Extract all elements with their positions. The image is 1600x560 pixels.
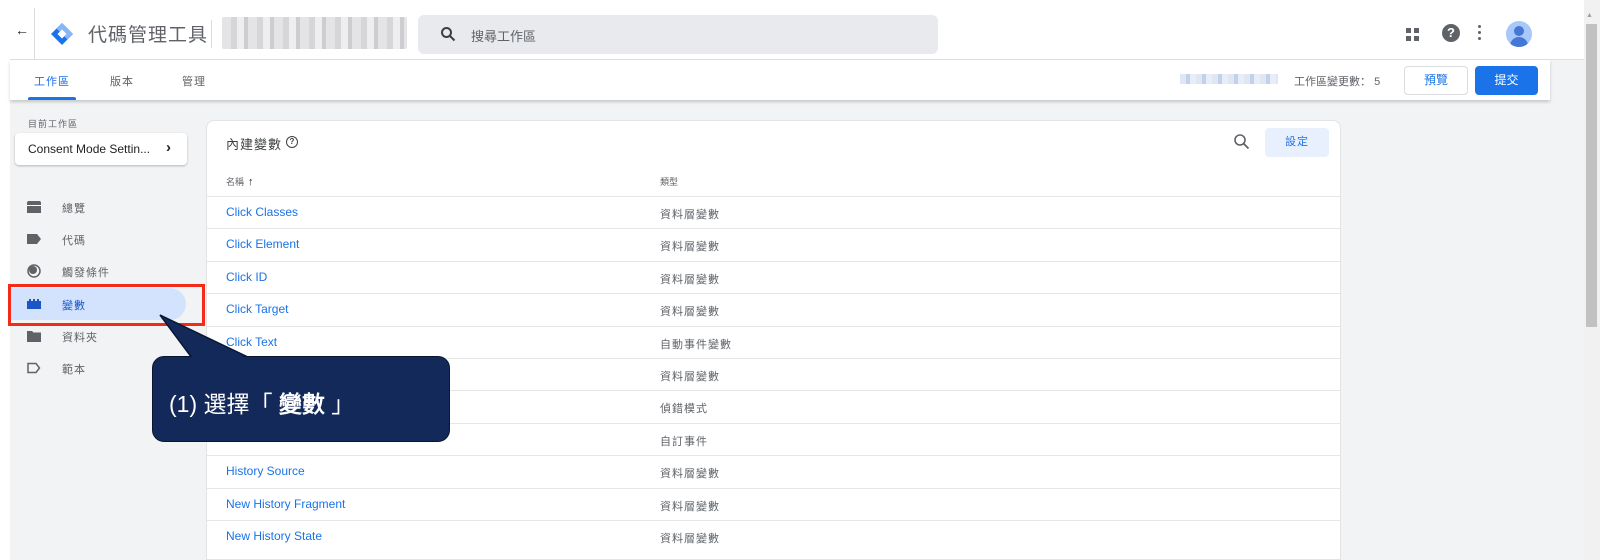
submit-button[interactable]: 提交: [1475, 66, 1538, 95]
variable-type: 資料層變數: [660, 241, 720, 254]
tag-manager-logo-icon: [51, 23, 73, 45]
chevron-right-icon: ›: [166, 139, 171, 156]
variable-type: 資料層變數: [660, 371, 720, 383]
search-icon: [441, 27, 456, 42]
overview-icon: [27, 201, 41, 213]
workspace-changes: 工作區變更數： 5: [1294, 73, 1380, 89]
preview-button[interactable]: 預覽: [1404, 66, 1468, 95]
sidebar-item-label: 代碼: [62, 235, 86, 247]
variable-name-link[interactable]: New History State: [226, 529, 322, 543]
workspace-name-blurred: [1180, 74, 1278, 84]
variable-name-link[interactable]: History Source: [226, 464, 305, 478]
sidebar-item-label: 範本: [62, 364, 86, 376]
account-container-selector[interactable]: [222, 17, 407, 49]
tab-versions[interactable]: 版本: [110, 73, 134, 89]
search-icon[interactable]: [1233, 133, 1251, 151]
template-icon: [27, 362, 41, 374]
variable-name-link[interactable]: Click ID: [226, 270, 267, 284]
callout-prefix: (1) 選擇「: [169, 391, 279, 417]
sidebar-item-label: 變數: [62, 300, 86, 312]
back-arrow-icon[interactable]: ←: [14, 22, 30, 38]
variable-type: 資料層變數: [660, 306, 720, 319]
variable-name-link[interactable]: Click Element: [226, 237, 299, 251]
variable-name-link[interactable]: Click Classes: [226, 205, 298, 219]
sidebar-item-overview[interactable]: 總覽: [10, 191, 186, 223]
sidebar-item-tags[interactable]: 代碼: [10, 223, 186, 255]
column-header-type[interactable]: 類型: [660, 175, 678, 188]
avatar[interactable]: [1506, 21, 1532, 47]
search-placeholder: 搜尋工作區: [471, 29, 537, 44]
workspace-changes-label: 工作區變更數：: [1294, 76, 1371, 88]
table-row[interactable]: Click Text 自動事件變數: [207, 325, 1340, 358]
callout-suffix: 」: [324, 391, 355, 417]
tab-workspace[interactable]: 工作區: [34, 73, 70, 89]
help-circle-icon[interactable]: ?: [286, 136, 298, 148]
variable-type: 資料層變數: [660, 468, 720, 481]
scroll-up-arrow-icon[interactable]: ▲: [1586, 12, 1593, 19]
variable-name-link[interactable]: New History Fragment: [226, 497, 345, 511]
left-edge: [0, 0, 10, 560]
more-vert-icon[interactable]: [1478, 25, 1482, 41]
table-row[interactable]: Click ID 資料層變數: [207, 260, 1340, 293]
apps-grid-icon[interactable]: [1406, 28, 1420, 42]
table-row[interactable]: Click Element 資料層變數: [207, 228, 1340, 260]
variable-type: 資料層變數: [660, 209, 720, 221]
card-title: 內建變數: [226, 137, 283, 152]
current-workspace-label: 目前工作區: [28, 119, 79, 129]
column-header-label: 名稱: [226, 177, 245, 187]
variable-type: 自動事件變數: [660, 338, 732, 351]
current-workspace-name: Consent Mode Settin...: [28, 142, 151, 156]
column-header-name[interactable]: 名稱 ↑: [226, 175, 254, 188]
workspace-subnav: 工作區 版本 管理 工作區變更數： 5 預覽 提交: [10, 60, 1550, 100]
variable-icon: [27, 299, 41, 309]
callout-text: (1) 選擇「 變數 」: [169, 385, 354, 419]
sidebar-item-variables[interactable]: 變數: [10, 288, 186, 320]
variable-name-link[interactable]: Click Target: [226, 302, 288, 316]
built-in-variables-card: 內建變數 ? 設定 名稱 ↑ 類型 Click Classes 資料層變數 Click…: [206, 120, 1341, 560]
tab-admin[interactable]: 管理: [182, 73, 206, 89]
variable-type: 資料層變數: [660, 500, 720, 513]
workspace-search-input[interactable]: 搜尋工作區: [418, 15, 938, 54]
scrollbar-thumb[interactable]: [1586, 24, 1597, 327]
active-tab-indicator: [28, 97, 76, 100]
folder-icon: [27, 331, 41, 342]
table-row[interactable]: Click Classes 資料層變數: [207, 196, 1340, 228]
tag-icon: [27, 234, 41, 244]
sidebar-item-label: 資料夾: [62, 332, 98, 344]
divider: [211, 20, 212, 48]
configure-button[interactable]: 設定: [1265, 128, 1329, 157]
annotation-callout: (1) 選擇「 變數 」: [152, 356, 450, 442]
table-row[interactable]: Click Target 資料層變數: [207, 293, 1340, 325]
sort-ascending-icon: ↑: [248, 176, 254, 188]
variable-type: 資料層變數: [660, 273, 720, 286]
variable-type: 自訂事件: [660, 435, 708, 448]
sidebar-item-label: 觸發條件: [62, 267, 110, 279]
callout-emphasis: 變數: [278, 391, 325, 417]
sidebar-item-triggers[interactable]: 觸發條件: [10, 255, 186, 287]
sidebar-item-label: 總覽: [62, 203, 86, 215]
workspace-changes-count: 5: [1374, 76, 1381, 88]
current-workspace-selector[interactable]: Consent Mode Settin... ›: [15, 133, 187, 165]
variable-type: 資料層變數: [660, 533, 720, 545]
divider: [34, 8, 35, 60]
help-icon[interactable]: ?: [1442, 24, 1460, 42]
sidebar-item-folders[interactable]: 資料夾: [10, 320, 186, 352]
top-bar: ← 代碼管理工具 搜尋工作區 ?: [10, 0, 1584, 60]
app-title: 代碼管理工具: [88, 25, 209, 46]
trigger-icon: [27, 264, 41, 278]
variable-type: 偵錯模式: [660, 403, 708, 416]
table-row[interactable]: New History State 資料層變數: [207, 520, 1340, 552]
table-row[interactable]: New History Fragment 資料層變數: [207, 487, 1340, 520]
table-row[interactable]: History Source 資料層變數: [207, 455, 1340, 487]
variable-name-link[interactable]: Click Text: [226, 335, 277, 349]
